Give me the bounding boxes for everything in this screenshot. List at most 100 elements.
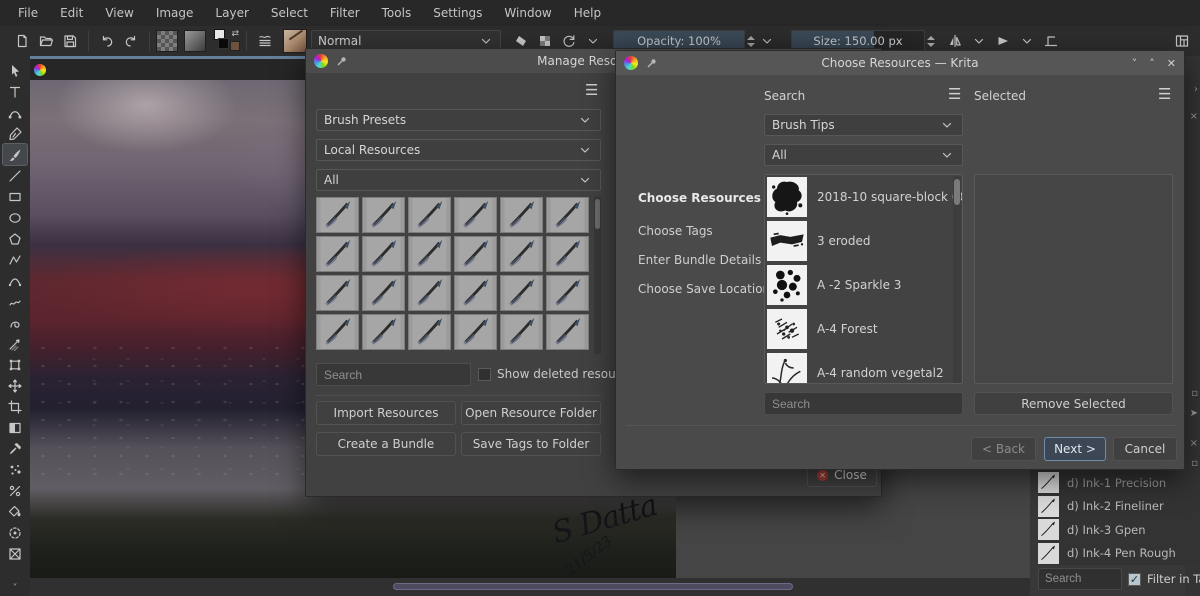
brush-preset-cell[interactable] — [500, 236, 543, 272]
cancel-button[interactable]: Cancel — [1113, 437, 1177, 461]
pin-icon[interactable] — [646, 58, 657, 69]
brush-preset-cell[interactable] — [546, 314, 589, 350]
tool-freehand-path[interactable] — [3, 291, 27, 312]
menu-select[interactable]: Select — [261, 2, 318, 24]
brush-preset-cell[interactable] — [316, 275, 359, 311]
resource-row[interactable]: A-4 random vegetal2 — [765, 351, 962, 384]
tool-measure[interactable] — [3, 480, 27, 501]
back-button[interactable]: < Back — [971, 437, 1036, 461]
save-tags-to-folder-button[interactable]: Save Tags to Folder — [461, 432, 601, 456]
brush-preset-cell[interactable] — [408, 314, 451, 350]
tool-fill[interactable] — [3, 501, 27, 522]
tool-crop[interactable] — [3, 396, 27, 417]
arrow-right-icon[interactable]: › — [1194, 84, 1198, 95]
brush-preset-grid[interactable] — [316, 197, 601, 354]
menu-file[interactable]: File — [8, 2, 48, 24]
tool-multibrush[interactable] — [3, 333, 27, 354]
next-button[interactable]: Next > — [1044, 437, 1106, 461]
brush-preset-cell[interactable] — [500, 197, 543, 233]
tool-enclose-fill[interactable] — [3, 522, 27, 543]
tool-dynamic-brush[interactable] — [3, 312, 27, 333]
hamburger-menu-icon[interactable]: ☰ — [1158, 87, 1171, 102]
open-resource-folder-button[interactable]: Open Resource Folder — [461, 401, 601, 425]
resource-row[interactable]: A -2 Sparkle 3 — [765, 263, 962, 307]
resource-type-select[interactable]: Brush Tips — [764, 114, 963, 136]
close-icon[interactable]: ✕ — [1167, 57, 1176, 70]
wizard-step-choose-resources[interactable]: Choose Resources — [638, 191, 770, 205]
pin-icon[interactable]: ➤ — [1190, 408, 1198, 419]
size-spinner[interactable] — [927, 36, 935, 47]
shade-icon[interactable]: ˅ — [1132, 57, 1138, 70]
resource-list[interactable]: 2018-10 square-block 0013 erodedA -2 Spa… — [764, 174, 963, 384]
resource-row[interactable]: 2018-10 square-block 001 — [765, 175, 962, 219]
menu-image[interactable]: Image — [146, 2, 204, 24]
brush-preset-cell[interactable] — [362, 314, 405, 350]
resource-search-input[interactable] — [316, 363, 471, 386]
menu-help[interactable]: Help — [564, 2, 611, 24]
close-icon[interactable]: × — [1190, 438, 1198, 449]
remove-selected-button[interactable]: Remove Selected — [974, 392, 1173, 415]
tool-calligraphy[interactable] — [3, 123, 27, 144]
show-deleted-checkbox[interactable] — [478, 368, 491, 381]
brush-preset-cell[interactable] — [316, 314, 359, 350]
scrollbar-thumb[interactable] — [393, 583, 793, 590]
selected-panel[interactable] — [974, 174, 1173, 384]
brush-preset-cell[interactable] — [408, 197, 451, 233]
open-document-icon[interactable] — [34, 29, 58, 53]
pin-icon[interactable] — [336, 56, 347, 67]
tool-select-shapes[interactable] — [3, 60, 27, 81]
menu-layer[interactable]: Layer — [205, 2, 258, 24]
unshade-icon[interactable]: ˄ — [1149, 57, 1155, 70]
create-bundle-button[interactable]: Create a Bundle — [316, 432, 456, 456]
wizard-step-choose-save-location[interactable]: Choose Save Location — [638, 282, 770, 296]
hamburger-menu-icon[interactable]: ☰ — [948, 87, 961, 102]
close-icon[interactable]: × — [1190, 111, 1198, 122]
tool-edit-shapes[interactable] — [3, 102, 27, 123]
grid-scrollbar[interactable] — [594, 197, 601, 354]
tag-filter-select[interactable]: All — [764, 144, 963, 166]
tool-color-sampler[interactable] — [3, 438, 27, 459]
tool-assistants[interactable] — [3, 543, 27, 564]
menu-window[interactable]: Window — [494, 2, 561, 24]
brush-preset-thumbnail[interactable] — [283, 29, 307, 53]
tool-freehand-brush[interactable] — [3, 144, 27, 165]
fg-bg-colors-swatch[interactable]: ⇄ — [214, 29, 240, 53]
list-scrollbar[interactable] — [953, 176, 961, 384]
filter-in-tag-checkbox[interactable]: ✓ — [1128, 573, 1141, 586]
tool-line[interactable] — [3, 165, 27, 186]
redo-icon[interactable] — [119, 29, 143, 53]
resource-row[interactable]: A-4 Forest — [765, 307, 962, 351]
brush-preset-cell[interactable] — [454, 197, 497, 233]
preset-row[interactable]: d) Ink-1 Precision — [1038, 471, 1200, 495]
tool-polyline[interactable] — [3, 249, 27, 270]
brush-preset-cell[interactable] — [408, 236, 451, 272]
docker-search-input[interactable] — [1038, 568, 1122, 590]
menu-filter[interactable]: Filter — [320, 2, 370, 24]
save-icon[interactable] — [58, 29, 82, 53]
tool-text[interactable] — [3, 81, 27, 102]
tool-bezier-curve[interactable] — [3, 270, 27, 291]
resource-type-select[interactable]: Brush Presets — [316, 109, 601, 131]
brush-preset-cell[interactable] — [316, 197, 359, 233]
brush-preset-cell[interactable] — [500, 314, 543, 350]
menu-tools[interactable]: Tools — [372, 2, 422, 24]
undo-icon[interactable] — [95, 29, 119, 53]
toolbox-scroll-down-icon[interactable]: ˅ — [13, 583, 18, 594]
storage-select[interactable]: Local Resources — [316, 139, 601, 161]
dialog-titlebar[interactable]: Choose Resources — Krita ˅ ˄ ✕ — [616, 51, 1184, 75]
preset-row[interactable]: d) Ink-4 Pen Rough — [1038, 542, 1200, 566]
brush-preset-cell[interactable] — [454, 275, 497, 311]
float-docker-icon[interactable]: ▫ — [1191, 458, 1198, 469]
tool-move[interactable] — [3, 375, 27, 396]
resource-row[interactable]: 3 eroded — [765, 219, 962, 263]
preset-row[interactable]: d) Ink-3 Gpen — [1038, 518, 1200, 542]
brush-preset-cell[interactable] — [500, 275, 543, 311]
wizard-step-choose-tags[interactable]: Choose Tags — [638, 224, 770, 238]
brush-preset-cell[interactable] — [454, 236, 497, 272]
brush-preset-cell[interactable] — [546, 275, 589, 311]
menu-edit[interactable]: Edit — [50, 2, 93, 24]
opacity-spinner[interactable] — [747, 36, 755, 47]
pattern-swatch[interactable] — [156, 30, 178, 52]
tool-smart-patch[interactable] — [3, 459, 27, 480]
tool-rectangle[interactable] — [3, 186, 27, 207]
